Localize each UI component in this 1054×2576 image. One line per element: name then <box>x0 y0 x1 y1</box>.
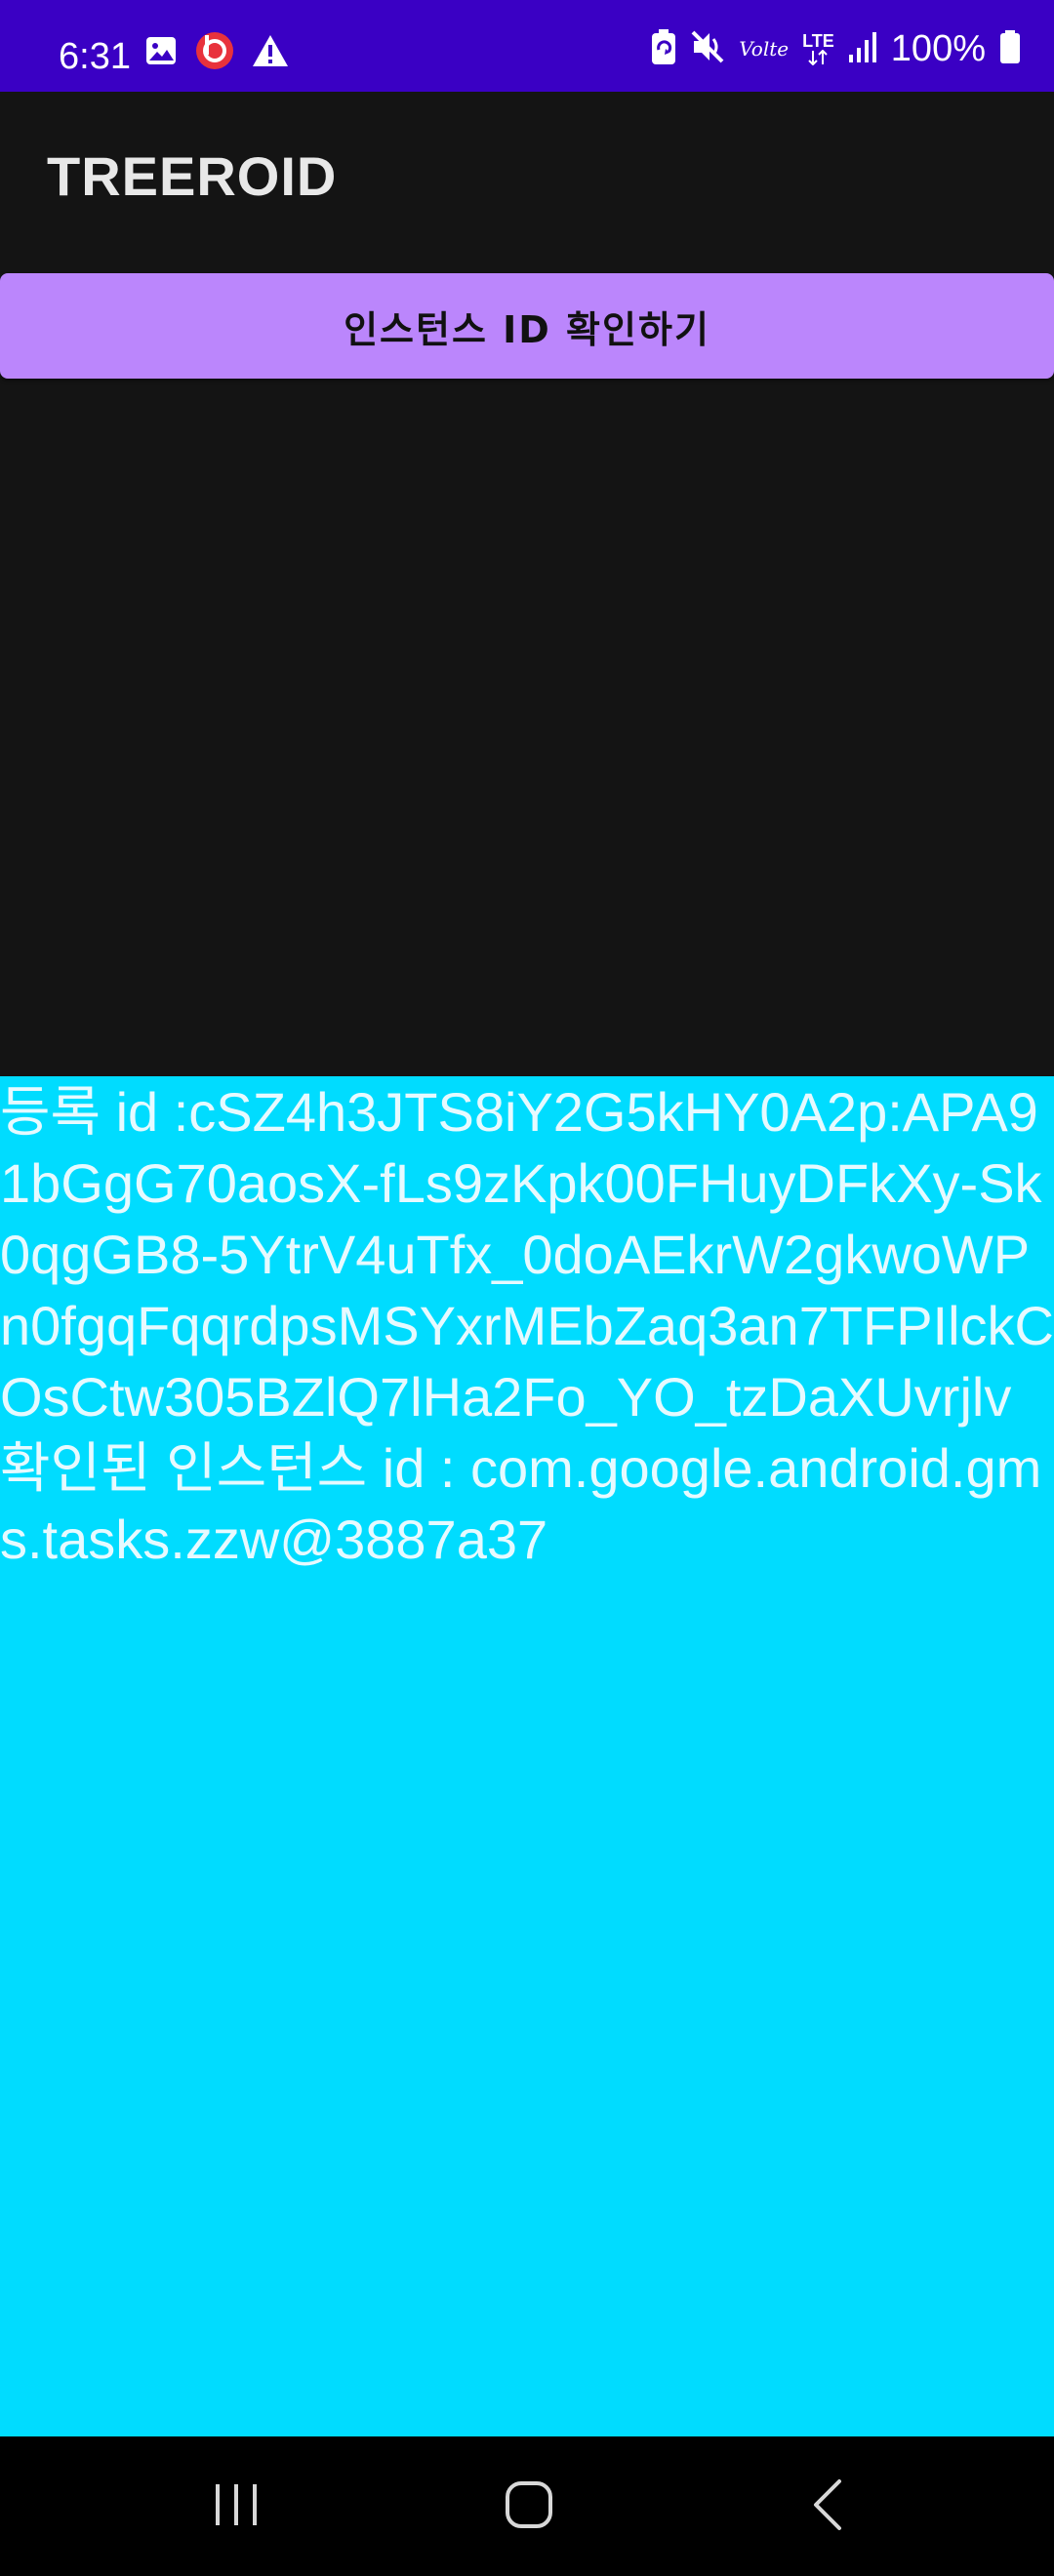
image-icon <box>144 34 178 71</box>
battery-percent: 100% <box>890 28 986 69</box>
app-bar: TREEROID <box>0 92 1054 262</box>
battery-saver-icon <box>651 28 676 69</box>
battery-icon <box>999 29 1021 68</box>
status-left-icons <box>144 31 289 74</box>
result-panel: 등록 id :cSZ4h3JTS8iY2G5kHY0A2p:APA91bGgG7… <box>0 1076 1054 2436</box>
mute-icon <box>690 29 725 68</box>
volte-icon: Volte <box>739 37 790 60</box>
lte-label: LTE <box>802 31 834 51</box>
signal-icon <box>848 31 877 66</box>
nav-bar <box>0 2436 1054 2576</box>
recent-apps-icon <box>212 2482 261 2531</box>
check-instance-id-button[interactable]: 인스턴스 ID 확인하기 <box>0 273 1054 379</box>
status-time: 6:31 <box>59 36 131 77</box>
screen: 6:31 Volte LTE 100% TREEROID 인스턴스 ID 확인하… <box>0 0 1054 2576</box>
back-icon <box>810 2478 845 2535</box>
status-bar: 6:31 Volte LTE 100% <box>0 0 1054 92</box>
beats-icon <box>195 31 234 74</box>
instance-id-text: 확인된 인스턴스 id : com.google.android.gms.tas… <box>0 1437 1042 1570</box>
home-icon <box>505 2480 553 2533</box>
lte-icon: LTE <box>802 32 834 65</box>
home-button[interactable] <box>451 2436 607 2576</box>
back-button[interactable] <box>750 2436 906 2576</box>
warning-icon <box>252 33 289 72</box>
registration-id-text: 등록 id :cSZ4h3JTS8iY2G5kHY0A2p:APA91bGgG7… <box>0 1081 1054 1428</box>
app-title: TREEROID <box>47 145 338 207</box>
recent-apps-button[interactable] <box>158 2436 314 2576</box>
status-right-icons: Volte LTE 100% <box>651 29 1021 68</box>
